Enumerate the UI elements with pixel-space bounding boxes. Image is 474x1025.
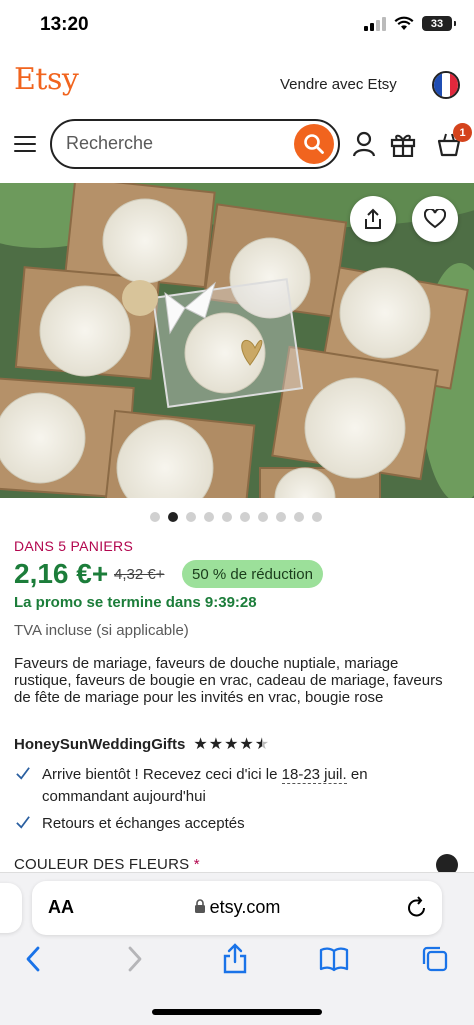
promo-countdown: La promo se termine dans 9:39:28 [14, 594, 257, 611]
gallery-dot[interactable] [294, 512, 304, 522]
product-photo [0, 183, 474, 498]
in-carts-badge: DANS 5 PANIERS [14, 538, 134, 554]
delivery-dates-link[interactable]: 18-23 juil. [281, 766, 347, 784]
battery-level: 33 [430, 17, 444, 30]
star-icon: ★ [193, 736, 208, 753]
search-button[interactable] [294, 124, 334, 164]
half-star-icon: ★ [254, 736, 270, 753]
url-display[interactable]: etsy.com [32, 897, 442, 918]
back-icon[interactable] [24, 944, 42, 974]
gallery-dot[interactable] [312, 512, 322, 522]
signal-icon [364, 16, 386, 31]
reload-icon[interactable] [406, 895, 428, 919]
home-indicator[interactable] [152, 1009, 322, 1015]
status-bar: 13:20 33 [0, 0, 474, 50]
etsy-logo[interactable]: Etsy [14, 62, 79, 97]
favorite-button[interactable] [412, 196, 458, 242]
menu-icon[interactable] [14, 136, 36, 152]
flower-color-label: COULEUR DES FLEURS * [14, 856, 200, 873]
returns-policy: Retours et échanges acceptés [14, 813, 245, 835]
forward-icon[interactable] [126, 944, 144, 974]
address-bar[interactable]: AA etsy.com [32, 881, 442, 935]
gallery-dot[interactable] [150, 512, 160, 522]
search-bar[interactable] [50, 119, 340, 169]
gallery-dot[interactable] [186, 512, 196, 522]
returns-text: Retours et échanges acceptés [42, 815, 245, 832]
wifi-icon [394, 16, 414, 30]
heart-icon [424, 209, 446, 229]
gallery-dot[interactable] [204, 512, 214, 522]
gallery-dot-active[interactable] [168, 512, 178, 522]
shop-row[interactable]: HoneySunWeddingGifts ★ ★ ★ ★ ★ [14, 734, 269, 754]
star-icon: ★ [224, 736, 239, 753]
share-icon [365, 208, 381, 229]
battery-icon: 33 [422, 16, 456, 31]
gallery-dot[interactable] [276, 512, 286, 522]
gallery-dot[interactable] [222, 512, 232, 522]
price: 2,16 €+ [14, 558, 109, 589]
star-icon: ★ [208, 736, 224, 753]
original-price: 4,32 €+ [114, 566, 165, 583]
star-icon: ★ [239, 736, 254, 753]
lock-icon [194, 899, 205, 913]
vat-note: TVA incluse (si applicable) [14, 622, 189, 639]
account-icon[interactable] [352, 131, 376, 157]
share-button[interactable] [350, 196, 396, 242]
product-image[interactable] [0, 183, 474, 498]
gallery-dot[interactable] [240, 512, 250, 522]
previous-tab-preview[interactable] [0, 883, 22, 933]
france-flag-icon[interactable] [432, 71, 460, 99]
tabs-icon[interactable] [421, 945, 449, 973]
required-mark: * [193, 856, 200, 873]
delivery-prefix: Arrive bientôt ! Recevez ceci d'ici le [42, 766, 282, 783]
discount-badge: 50 % de réduction [182, 560, 323, 588]
sell-with-etsy-link[interactable]: Vendre avec Etsy [280, 76, 397, 93]
url-domain: etsy.com [209, 897, 281, 917]
cart-count-badge: 1 [453, 123, 472, 142]
status-icons: 33 [364, 16, 456, 31]
rating-stars[interactable]: ★ ★ ★ ★ ★ [193, 734, 269, 754]
flower-color-text: COULEUR DES FLEURS [14, 856, 190, 873]
check-icon [16, 816, 30, 829]
search-icon [304, 134, 324, 154]
shop-name-link[interactable]: HoneySunWeddingGifts [14, 736, 185, 753]
share-sheet-icon[interactable] [222, 942, 248, 974]
gallery-pagination[interactable] [150, 512, 322, 522]
delivery-estimate: Arrive bientôt ! Recevez ceci d'ici le 1… [14, 764, 454, 808]
search-input[interactable] [66, 133, 286, 154]
delivery-text: Arrive bientôt ! Recevez ceci d'ici le 1… [42, 764, 454, 808]
product-title: Faveurs de mariage, faveurs de douche nu… [14, 655, 443, 706]
status-time: 13:20 [40, 14, 89, 35]
gallery-dot[interactable] [258, 512, 268, 522]
gift-icon[interactable] [390, 131, 416, 157]
bookmarks-icon[interactable] [319, 946, 349, 972]
check-icon [16, 767, 30, 780]
